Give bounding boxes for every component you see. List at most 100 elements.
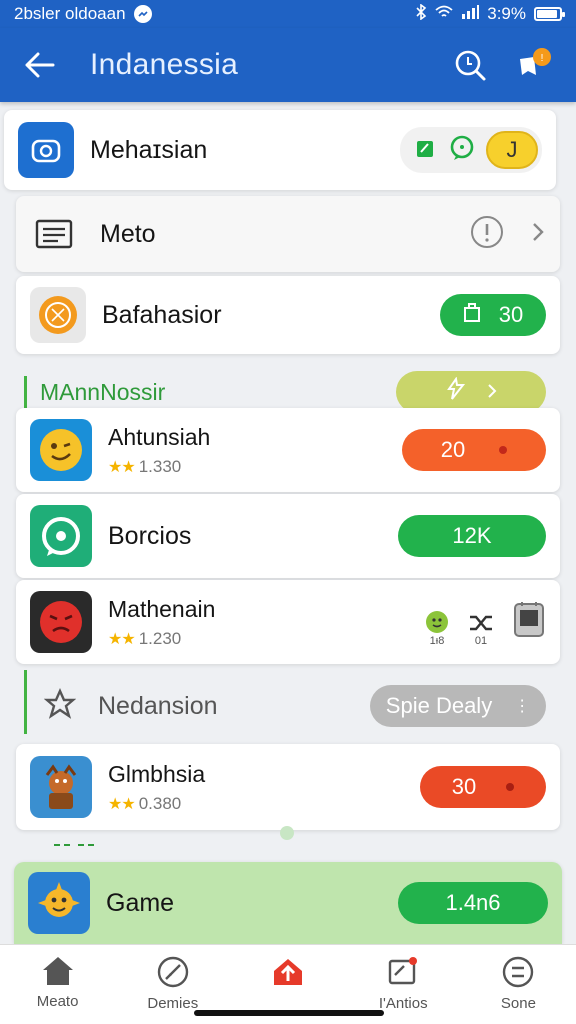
- yellow-badge[interactable]: J: [486, 131, 538, 169]
- dot-icon: [499, 446, 508, 454]
- message-edit-icon: [389, 957, 418, 985]
- mini-label: 1ᵼ8: [429, 634, 445, 647]
- nav-label: Meato: [36, 993, 79, 1010]
- rating-value: 0.380: [138, 793, 182, 813]
- list-item-mahasian[interactable]: Mehaɪsian J: [4, 110, 556, 190]
- nav-label: Demies: [147, 995, 199, 1012]
- mini-actions: 1ᵼ8 01: [424, 598, 546, 647]
- nav-item-home[interactable]: Meato: [0, 945, 115, 1024]
- scroll-indicator-dot: [280, 826, 294, 840]
- notification-button[interactable]: !: [510, 41, 558, 89]
- list-item-borcios[interactable]: Borcios 12K: [16, 494, 560, 578]
- signal-icon: [461, 4, 480, 24]
- price-button[interactable]: 30: [440, 294, 546, 336]
- battery-percent: 3:9%: [487, 4, 526, 23]
- angry-app-icon: [30, 591, 92, 653]
- divider-decoration: [52, 838, 102, 856]
- status-bar: 2bsler oldoaan 3:9%: [0, 0, 576, 28]
- section-title: MAnnNossir: [40, 378, 166, 405]
- chat-app-icon: [30, 505, 92, 567]
- device-icon[interactable]: [512, 598, 546, 647]
- green-face-icon: [426, 610, 448, 633]
- battery-fill: [537, 10, 557, 18]
- item-name: Mathenain: [108, 595, 216, 622]
- upload-icon: [274, 959, 302, 985]
- price-button[interactable]: 12K: [398, 515, 546, 557]
- game-app-icon: [28, 872, 90, 934]
- search-icon: [455, 50, 486, 81]
- price-label: 20: [440, 437, 466, 462]
- rating: ★★ 1.230: [108, 629, 424, 649]
- item-label: Borcios: [108, 521, 192, 550]
- orange-ball-icon: [30, 287, 86, 343]
- item-name: Glmbhsia: [108, 760, 206, 787]
- item-label: Mehaɪsian: [90, 135, 208, 164]
- chat-icon[interactable]: [448, 134, 476, 167]
- home-indicator: [194, 1010, 384, 1016]
- star-icons: ★★: [108, 630, 136, 648]
- info-icon[interactable]: [470, 215, 504, 254]
- price-label: 30: [451, 774, 477, 799]
- rating: ★★ 1.330: [108, 457, 402, 477]
- wifi-icon: [435, 4, 453, 24]
- rating-value: 1.330: [138, 456, 182, 476]
- page-title: Indanessia: [90, 48, 239, 81]
- rating: ★★ 0.380: [108, 794, 420, 814]
- section-action-label: Spie Dealy: [385, 693, 493, 718]
- list-item-mathenain[interactable]: Mathenain ★★ 1.230 1ᵼ8 01: [16, 580, 560, 664]
- item-label: Bafahasior: [102, 300, 222, 329]
- list-item-ahtunsiah[interactable]: Ahtunsiah ★★ 1.330 20: [16, 408, 560, 492]
- battery-icon: [534, 7, 565, 21]
- document-icon: [30, 210, 78, 258]
- chevron-right-icon[interactable]: [530, 220, 546, 249]
- price-label: 30: [498, 302, 524, 327]
- settings-circle-icon: [503, 956, 534, 988]
- star-icons: ★★: [108, 458, 136, 476]
- warrior-app-icon: [30, 756, 92, 818]
- back-button[interactable]: [18, 43, 62, 87]
- nav-label: Sone: [500, 995, 536, 1012]
- bluetooth-icon: [415, 2, 427, 25]
- nav-item-sone[interactable]: Sone: [461, 945, 576, 1024]
- section-accent: [24, 376, 27, 408]
- list-item-bafahasior[interactable]: Bafahasior 30: [16, 276, 560, 354]
- messenger-icon: [133, 5, 152, 23]
- svg-text:!: !: [541, 53, 544, 64]
- search-button[interactable]: [446, 41, 494, 89]
- price-button[interactable]: 1.4n6: [398, 882, 548, 924]
- status-left-text: 2bsler oldoaan: [14, 4, 126, 23]
- section-action-button[interactable]: [396, 371, 546, 413]
- chevron-right-icon: [487, 379, 497, 405]
- section-title: Nedansion: [98, 691, 218, 720]
- home-icon: [42, 957, 73, 985]
- section-header-2: Nedansion Spie Dealy ⋮: [24, 670, 552, 734]
- app-bar: Indanessia !: [0, 28, 576, 102]
- mini-action-2[interactable]: 01: [468, 611, 494, 647]
- arrow-left-icon: [25, 52, 55, 78]
- mini-action-1[interactable]: 1ᵼ8: [424, 609, 450, 647]
- mini-label: 01: [474, 634, 488, 647]
- smiley-app-icon: [30, 419, 92, 481]
- list-item-glmbhsia[interactable]: Glmbhsia ★★ 0.380 30: [16, 744, 560, 830]
- star-icons: ★★: [108, 795, 136, 813]
- action-group: J: [400, 127, 542, 173]
- chat-notification-icon: !: [520, 48, 551, 75]
- dot-icon: [506, 783, 515, 791]
- share-icon: [445, 376, 467, 407]
- edit-icon[interactable]: [412, 135, 438, 166]
- camera-app-icon: [18, 122, 74, 178]
- item-label: Meto: [100, 219, 156, 248]
- price-button[interactable]: 20: [402, 429, 546, 471]
- bag-icon: [463, 301, 481, 329]
- item-label: Game: [106, 888, 175, 917]
- section-action-button[interactable]: Spie Dealy ⋮: [370, 685, 546, 727]
- rating-value: 1.230: [138, 628, 182, 648]
- shuffle-icon: [470, 615, 492, 630]
- section-accent: [24, 670, 27, 734]
- more-icon: ⋮: [514, 698, 531, 715]
- star-outline-icon: [43, 687, 77, 725]
- list-item-meto[interactable]: Meto: [16, 196, 560, 272]
- nav-label: I'Antios: [378, 995, 428, 1012]
- list-item-game[interactable]: Game 1.4n6: [14, 862, 562, 944]
- price-button[interactable]: 30: [420, 766, 546, 808]
